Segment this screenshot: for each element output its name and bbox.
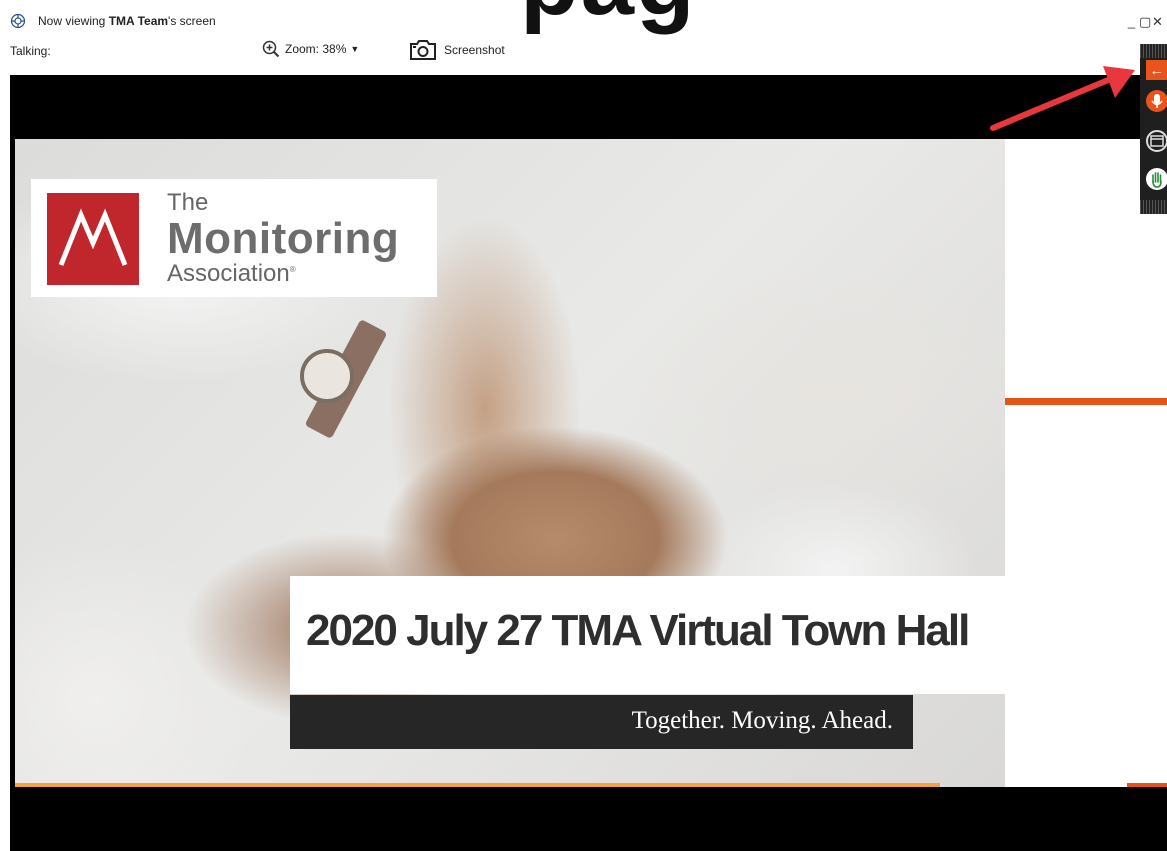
- wristwatch: [300, 349, 354, 403]
- logo-association: Association®: [167, 262, 399, 286]
- window-controls: _ ▢ ✕: [1126, 14, 1163, 30]
- minimize-button[interactable]: _: [1126, 14, 1137, 30]
- camera-icon: [410, 40, 436, 60]
- tagline-banner: Together. Moving. Ahead.: [290, 695, 913, 749]
- slide-title: 2020 July 27 TMA Virtual Town Hall: [306, 606, 970, 655]
- presenter-name: TMA Team: [108, 14, 169, 28]
- presentation-slide: The Monitoring Association® 2020 July 27…: [15, 139, 1167, 787]
- close-button[interactable]: ✕: [1152, 14, 1163, 30]
- logo-the: The: [167, 189, 209, 216]
- logo-wordmark: The Monitoring Association®: [167, 191, 399, 286]
- slide-tagline: Together. Moving. Ahead.: [631, 707, 893, 734]
- hand-glyph: [1152, 172, 1162, 188]
- m-logo-icon: [58, 208, 128, 266]
- logo-association-text: Association: [167, 260, 290, 287]
- raise-hand-icon[interactable]: [1146, 168, 1167, 190]
- title-banner: 2020 July 27 TMA Virtual Town Hall: [290, 576, 1141, 694]
- app-logo-icon: [10, 13, 26, 29]
- chevron-down-icon: ▼: [350, 44, 360, 54]
- highlight-arrow-icon: [990, 66, 1135, 131]
- viewing-text: Now viewing TMA Team's screen: [38, 14, 216, 28]
- accent-line: [1005, 398, 1167, 405]
- logo-monitoring: Monitoring: [167, 214, 400, 263]
- maximize-button[interactable]: ▢: [1139, 14, 1151, 30]
- bottom-red-line: [1127, 783, 1167, 787]
- shared-screen-viewer[interactable]: The Monitoring Association® 2020 July 27…: [10, 75, 1167, 851]
- screenshot-button[interactable]: Screenshot: [408, 38, 505, 62]
- logo-m-mark: [47, 193, 139, 285]
- registered-mark: ®: [289, 265, 296, 274]
- window-glyph: [1150, 135, 1164, 147]
- talking-label: Talking:: [10, 44, 51, 58]
- window-icon[interactable]: [1146, 130, 1167, 152]
- drag-handle-bottom[interactable]: [1140, 200, 1167, 214]
- mic-glyph: [1151, 94, 1163, 108]
- background-heading-text: pag: [520, 0, 697, 30]
- zoom-in-icon: [262, 40, 280, 58]
- tma-logo: The Monitoring Association®: [31, 179, 437, 297]
- zoom-label: Zoom: 38%: [285, 42, 347, 56]
- zoom-dropdown[interactable]: Zoom: 38% ▼: [262, 40, 359, 58]
- back-arrow-icon[interactable]: ←: [1146, 60, 1167, 80]
- microphone-icon[interactable]: [1146, 90, 1167, 112]
- drag-handle-top[interactable]: [1140, 44, 1167, 58]
- bottom-accent-line: [15, 783, 940, 787]
- viewing-status: Now viewing TMA Team's screen: [10, 12, 216, 30]
- screenshot-label: Screenshot: [444, 43, 505, 57]
- viewing-prefix: Now viewing: [38, 14, 109, 28]
- viewing-suffix: 's screen: [168, 14, 216, 28]
